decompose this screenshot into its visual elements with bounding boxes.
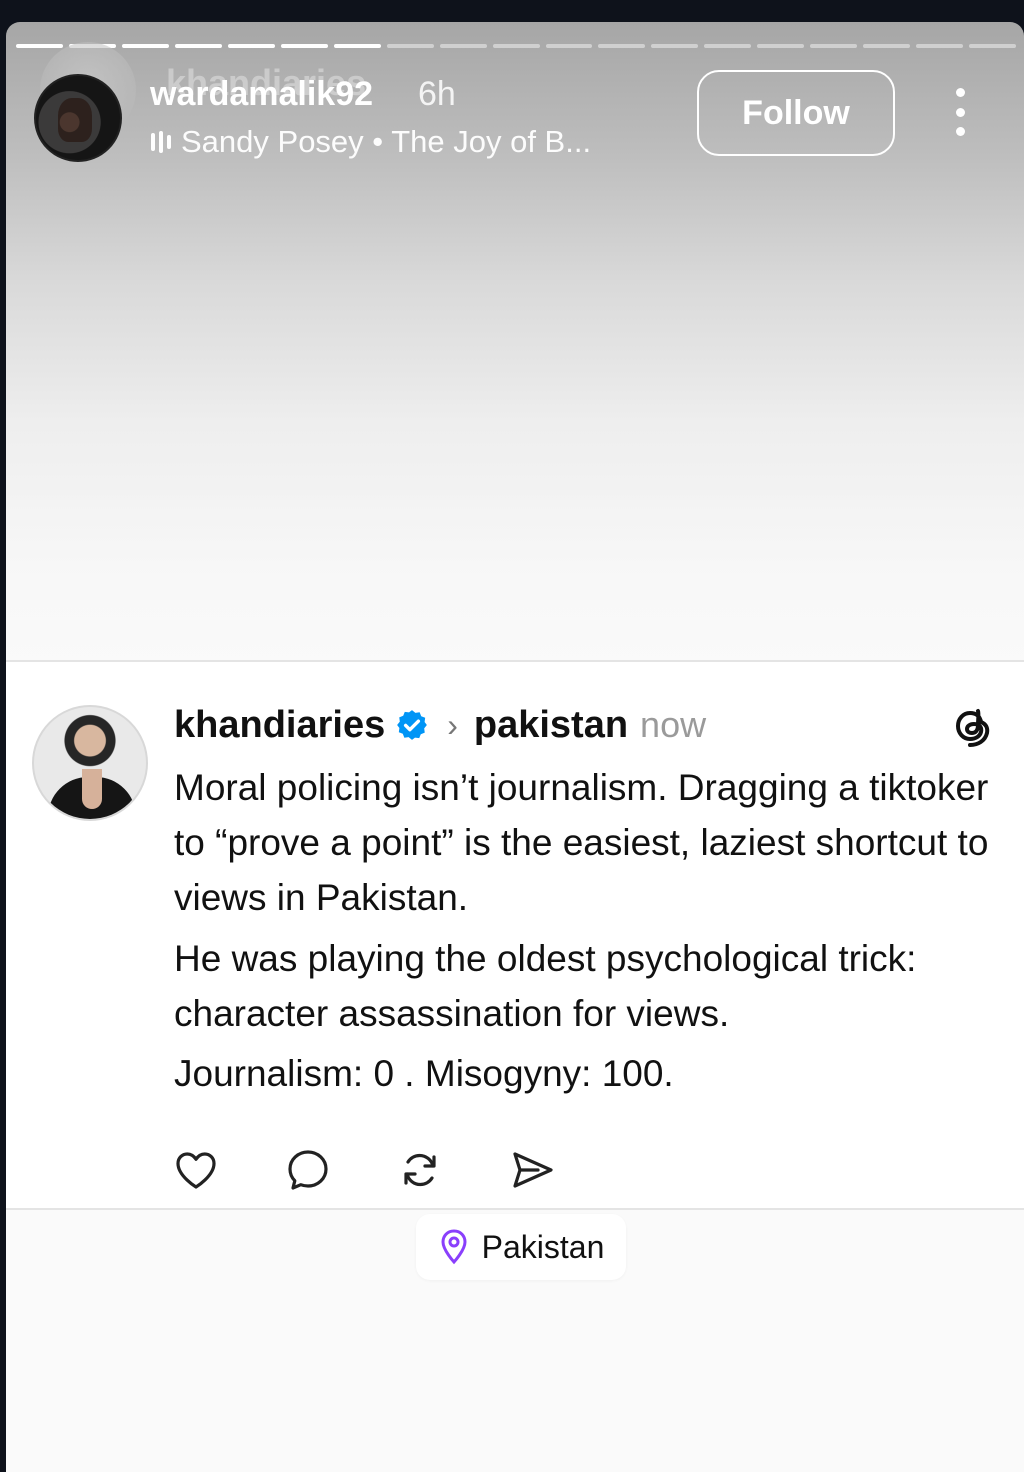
progress-segment [545,44,593,48]
post-paragraph-2: He was playing the oldest psychological … [174,938,917,1034]
progress-segment [810,44,858,48]
chevron-right-icon: › [447,706,458,743]
music-attribution[interactable]: Sandy Posey • The Joy of B... [151,124,591,160]
progress-segment [333,44,381,48]
threads-logo-icon[interactable] [950,702,994,750]
verified-badge-icon [397,710,428,740]
progress-segment [227,44,275,48]
progress-segment [174,44,222,48]
progress-segment [757,44,805,48]
progress-segment [492,44,540,48]
story-viewer: khandiaries wardamalik92 6h Sandy Posey … [6,22,1024,1472]
story-progress-bar [16,44,1017,48]
music-bars-icon [151,131,171,153]
post-username[interactable]: khandiaries [174,704,385,747]
post-time: now [640,704,707,745]
post-avatar[interactable] [32,705,148,821]
progress-segment [704,44,752,48]
more-vertical-icon[interactable] [950,88,970,136]
progress-segment [121,44,169,48]
location-pin-icon [441,1229,467,1265]
threads-post-card[interactable]: khandiaries › pakistan now Moral policin… [6,660,1024,1210]
progress-segment [16,44,63,48]
heart-icon[interactable] [172,1146,220,1194]
progress-segment [863,44,911,48]
post-paragraph-3: Journalism: 0 . Misogyny: 100. [174,1053,674,1094]
location-sticker[interactable]: Pakistan [416,1214,626,1280]
progress-segment [969,44,1017,48]
story-time: 6h [418,75,456,113]
comment-icon[interactable] [284,1146,332,1194]
location-label: Pakistan [481,1228,605,1265]
progress-segment [386,44,434,48]
follow-button[interactable]: Follow [697,70,895,156]
post-header: khandiaries › pakistan now [174,700,706,750]
story-avatar[interactable] [34,74,122,162]
music-label: Sandy Posey • The Joy of B... [181,124,592,159]
story-username[interactable]: wardamalik92 [150,75,373,114]
post-topic[interactable]: pakistan [474,704,628,747]
progress-segment [916,44,964,48]
send-icon[interactable] [508,1146,556,1194]
progress-segment [651,44,699,48]
progress-segment [439,44,487,48]
repost-icon[interactable] [396,1146,444,1194]
post-actions [172,1146,556,1194]
progress-segment [280,44,328,48]
post-paragraph-1: Moral policing isn’t journalism. Draggin… [174,767,989,918]
progress-segment [598,44,646,48]
